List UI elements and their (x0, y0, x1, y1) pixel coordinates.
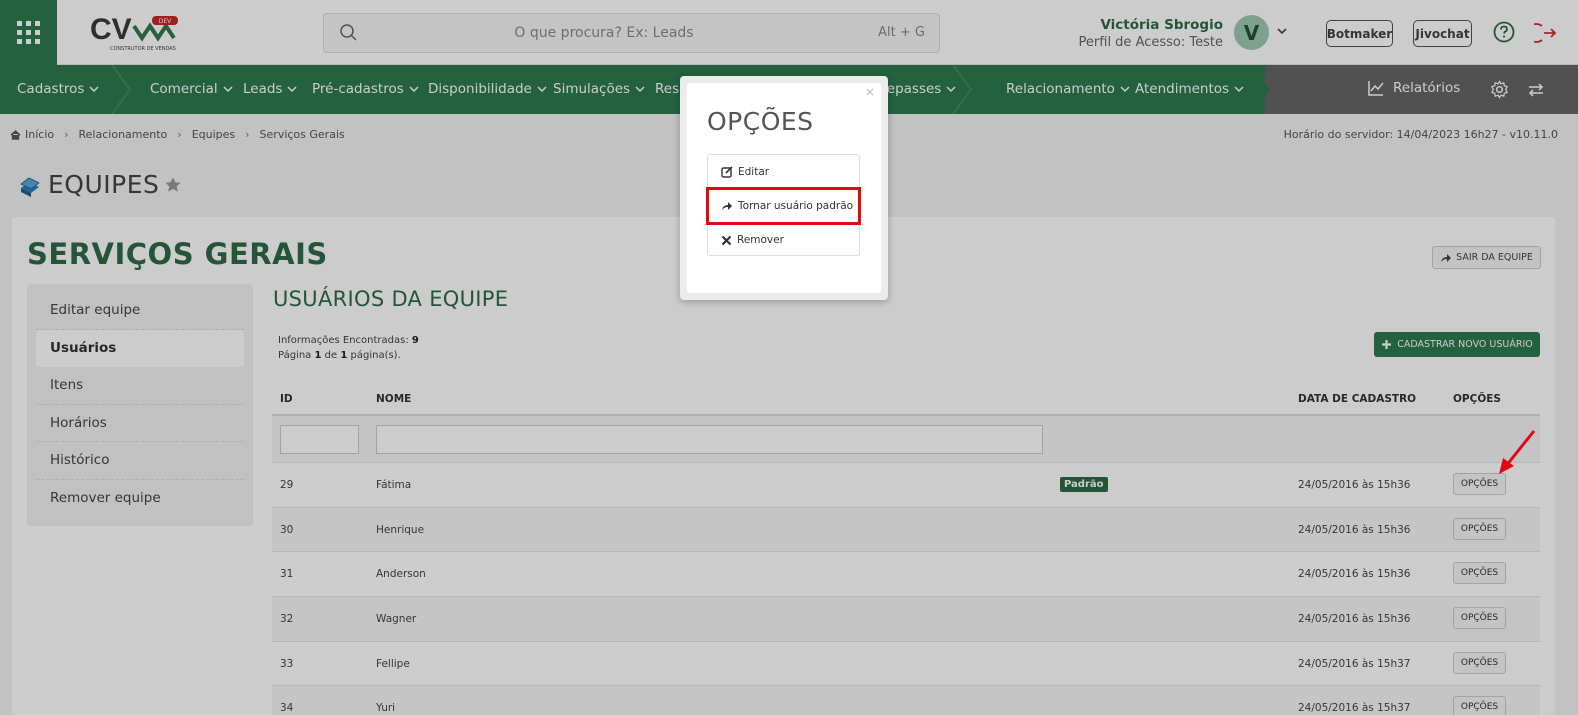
modal-title: OPÇÕES (707, 107, 814, 136)
option-make-default-user[interactable]: Tornar usuário padrão (706, 187, 861, 225)
close-icon[interactable]: × (865, 85, 875, 99)
times-icon (721, 235, 732, 245)
options-modal: × OPÇÕES Editar Tornar usuário padrão Re… (680, 76, 888, 300)
options-modal-body: × OPÇÕES Editar Tornar usuário padrão Re… (687, 83, 881, 293)
edit-icon (721, 165, 733, 178)
option-edit[interactable]: Editar (708, 155, 859, 189)
annotation-arrow (1499, 430, 1536, 474)
options-list: Editar Tornar usuário padrão Remover (706, 154, 861, 257)
share-icon (722, 201, 732, 210)
option-remove[interactable]: Remover (708, 223, 859, 257)
